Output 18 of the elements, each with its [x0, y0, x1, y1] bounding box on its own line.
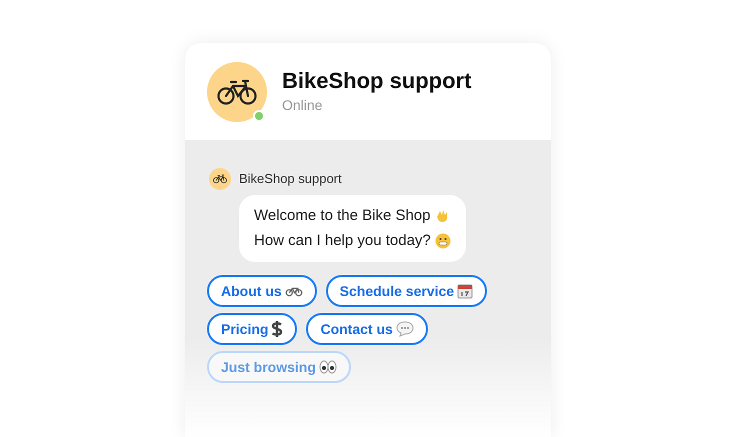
quick-reply-button[interactable]: About us [207, 275, 317, 307]
message-text: How can I help you today? [254, 230, 431, 250]
eyes-icon [318, 360, 337, 374]
calendar-icon [457, 283, 474, 299]
sender-name: BikeShop support [239, 170, 342, 188]
quick-reply-button[interactable]: Pricing [207, 313, 298, 345]
quick-reply-button[interactable]: Just browsing [207, 351, 351, 383]
dollar-icon [271, 320, 284, 338]
chat-title: BikeShop support [282, 67, 472, 95]
grinning-face-icon [434, 232, 451, 249]
status-text: Online [282, 96, 324, 115]
quick-reply-button[interactable]: Schedule service [326, 275, 488, 307]
bicycle-icon [217, 78, 257, 106]
quick-reply-button[interactable]: Contact us [306, 313, 428, 345]
bicycle-icon [284, 285, 303, 297]
message-text: Welcome to the Bike Shop [254, 206, 430, 226]
speech-bubble-icon [396, 321, 414, 337]
bicycle-icon [213, 174, 227, 184]
